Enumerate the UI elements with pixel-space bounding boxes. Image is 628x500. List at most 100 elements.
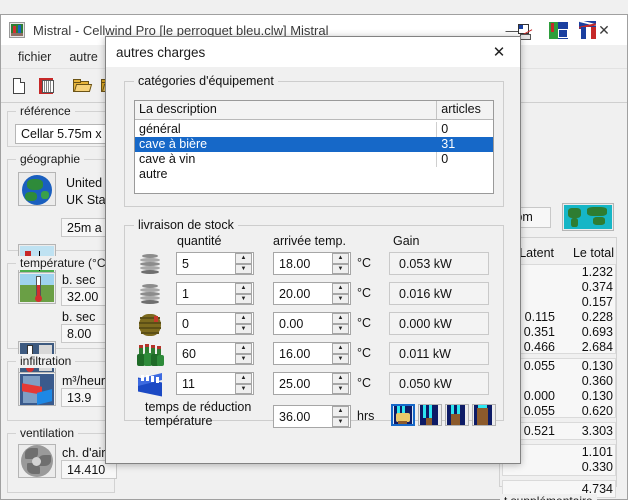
hand-pour-glass-icon[interactable]: [391, 404, 415, 426]
globe-icon[interactable]: [18, 172, 56, 206]
arrival-temp-value[interactable]: 20.00: [274, 287, 332, 301]
total-value: 1.232: [581, 265, 613, 279]
quantity-spin-buttons[interactable]: ▲ ▼: [235, 253, 252, 274]
reduction-time-stepper[interactable]: 36.00 ▲ ▼: [273, 405, 351, 428]
spin-up-icon[interactable]: ▲: [235, 313, 252, 324]
arrival-temp-stepper[interactable]: 20.00 ▲ ▼: [273, 282, 351, 305]
total-value: 0.130: [581, 359, 613, 373]
geography-group: géographie United UK Sta 25m a: [7, 152, 121, 278]
spin-up-icon[interactable]: ▲: [332, 283, 349, 294]
reduction-spin-buttons[interactable]: ▲ ▼: [332, 406, 349, 427]
world-map-icon[interactable]: [562, 203, 614, 231]
spin-up-icon[interactable]: ▲: [332, 343, 349, 354]
uk-fr-flag-icon[interactable]: [578, 19, 601, 41]
quantity-spin-buttons[interactable]: ▲ ▼: [235, 313, 252, 334]
spin-up-icon[interactable]: ▲: [332, 253, 349, 264]
category-description: général: [135, 122, 438, 137]
quantity-value[interactable]: 60: [177, 347, 235, 361]
spin-down-icon[interactable]: ▼: [332, 383, 349, 394]
glass-half-icon[interactable]: [445, 404, 469, 426]
dialog-close-icon[interactable]: ✕: [478, 37, 520, 67]
arrival-spin-buttons[interactable]: ▲ ▼: [332, 253, 349, 274]
categories-list[interactable]: La description articles général 0 cave à…: [134, 100, 494, 194]
spin-up-icon[interactable]: ▲: [235, 343, 252, 354]
arrival-temp-value[interactable]: 0.00: [274, 317, 332, 331]
total-value: 0.620: [581, 404, 613, 418]
menu-item-fichier[interactable]: fichier: [9, 48, 60, 66]
quantity-stepper[interactable]: 5 ▲ ▼: [176, 252, 254, 275]
arrival-temp-stepper[interactable]: 25.00 ▲ ▼: [273, 372, 351, 395]
arrival-temp-value[interactable]: 16.00: [274, 347, 332, 361]
arrival-temp-value[interactable]: 18.00: [274, 257, 332, 271]
total-value: 0.374: [581, 280, 613, 294]
quantity-spin-buttons[interactable]: ▲ ▼: [235, 343, 252, 364]
quantity-stepper[interactable]: 0 ▲ ▼: [176, 312, 254, 335]
outdoor-thermometer-icon[interactable]: [18, 272, 56, 304]
door-infiltration-icon[interactable]: [18, 372, 56, 406]
si-units-icon[interactable]: [548, 21, 570, 41]
spin-down-icon[interactable]: ▼: [332, 323, 349, 334]
arrival-temp-value[interactable]: 25.00: [274, 377, 332, 391]
menu-item-autre[interactable]: autre: [60, 48, 107, 66]
arrival-spin-buttons[interactable]: ▲ ▼: [332, 283, 349, 304]
dialog-body: catégories d'équipement La description a…: [106, 67, 520, 464]
new-document-icon[interactable]: [9, 76, 31, 96]
spin-down-icon[interactable]: ▼: [235, 383, 252, 394]
quantity-stepper[interactable]: 11 ▲ ▼: [176, 372, 254, 395]
list-item[interactable]: général 0: [135, 122, 493, 137]
reference-input[interactable]: Cellar 5.75m x 4.7: [15, 124, 109, 144]
arrival-spin-buttons[interactable]: ▲ ▼: [332, 343, 349, 364]
quantity-value[interactable]: 11: [177, 377, 235, 391]
reduction-unit-label: hrs: [357, 409, 375, 423]
grey-keg-icon: [135, 252, 165, 278]
category-articles: 0: [441, 122, 449, 136]
list-item[interactable]: autre: [135, 167, 493, 182]
spin-down-icon[interactable]: ▼: [332, 293, 349, 304]
wine-bottles-icon: [135, 342, 165, 368]
spin-up-icon[interactable]: ▲: [332, 406, 349, 417]
arrival-spin-buttons[interactable]: ▲ ▼: [332, 313, 349, 334]
spin-down-icon[interactable]: ▼: [332, 416, 349, 427]
list-item[interactable]: cave à vin 0: [135, 152, 493, 167]
copy-document-icon[interactable]: [37, 76, 59, 96]
fan-icon[interactable]: [18, 444, 56, 478]
arrival-temp-stepper[interactable]: 18.00 ▲ ▼: [273, 252, 351, 275]
indoor-temp-caption: b. sec: [62, 310, 96, 324]
quantity-stepper[interactable]: 60 ▲ ▼: [176, 342, 254, 365]
reduction-label-line1: temps de réduction: [145, 400, 252, 414]
reduction-time-value[interactable]: 36.00: [274, 410, 332, 424]
quantity-value[interactable]: 0: [177, 317, 235, 331]
spin-down-icon[interactable]: ▼: [332, 353, 349, 364]
quantity-spin-buttons[interactable]: ▲ ▼: [235, 373, 252, 394]
arrival-temp-stepper[interactable]: 16.00 ▲ ▼: [273, 342, 351, 365]
spin-up-icon[interactable]: ▲: [235, 253, 252, 264]
spin-up-icon[interactable]: ▲: [235, 373, 252, 384]
category-description: autre: [139, 167, 168, 181]
spin-down-icon[interactable]: ▼: [235, 323, 252, 334]
column-header-description[interactable]: La description: [135, 101, 438, 119]
spin-down-icon[interactable]: ▼: [332, 263, 349, 274]
mistral-app-icon: [9, 22, 25, 38]
equipment-categories-label: catégories d'équipement: [134, 74, 278, 88]
quantity-value[interactable]: 5: [177, 257, 235, 271]
arrival-temp-stepper[interactable]: 0.00 ▲ ▼: [273, 312, 351, 335]
column-header-articles[interactable]: articles: [437, 101, 493, 119]
quantity-stepper[interactable]: 1 ▲ ▼: [176, 282, 254, 305]
spin-up-icon[interactable]: ▲: [332, 313, 349, 324]
arrival-spin-buttons[interactable]: ▲ ▼: [332, 373, 349, 394]
ventilation-label: ventilation: [16, 426, 79, 440]
outdoor-temp-caption: b. sec: [62, 273, 96, 287]
category-description: cave à bière: [135, 137, 438, 152]
stock-row: 0 ▲ ▼ 0.00 ▲ ▼ °C 0.000 kW: [125, 312, 503, 338]
quantity-spin-buttons[interactable]: ▲ ▼: [235, 283, 252, 304]
open-folder-icon[interactable]: [71, 76, 93, 96]
glass-full-icon[interactable]: [472, 404, 496, 426]
glass-empty-icon[interactable]: [418, 404, 442, 426]
spin-up-icon[interactable]: ▲: [332, 373, 349, 384]
spin-down-icon[interactable]: ▼: [235, 353, 252, 364]
quantity-value[interactable]: 1: [177, 287, 235, 301]
spin-down-icon[interactable]: ▼: [235, 263, 252, 274]
spin-down-icon[interactable]: ▼: [235, 293, 252, 304]
spin-up-icon[interactable]: ▲: [235, 283, 252, 294]
list-item-selected[interactable]: cave à bière 31: [135, 137, 493, 152]
